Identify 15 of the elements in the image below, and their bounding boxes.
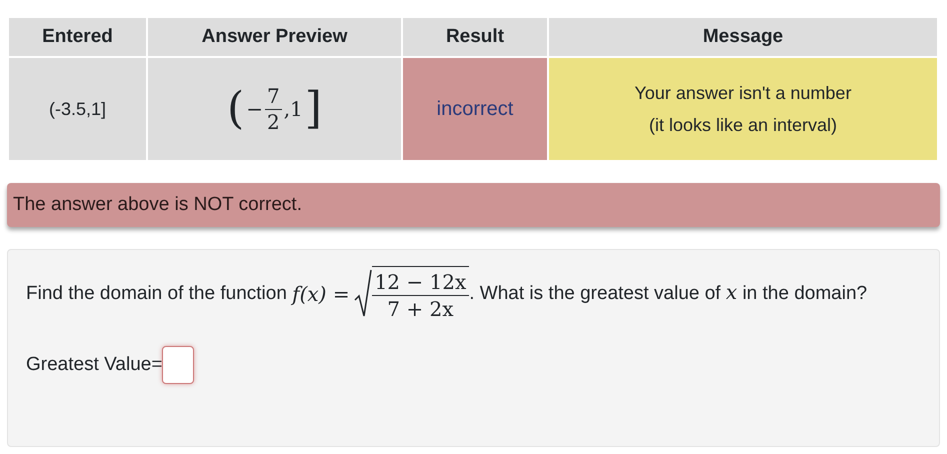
question-text: in the domain? xyxy=(741,283,868,304)
question-text: . What is the greatest value of xyxy=(469,283,722,304)
answer-field[interactable] xyxy=(162,346,194,384)
answer-label: Greatest Value= xyxy=(26,352,162,377)
column-header: Entered xyxy=(8,17,147,57)
function-formula: f(x) = 12 − 12x 7 + 2x xyxy=(292,266,470,322)
column-header: Answer Preview xyxy=(147,17,402,57)
result-cell: incorrect xyxy=(402,57,548,161)
table-cell: (-3.5,1] xyxy=(8,57,147,161)
column-header: Message xyxy=(548,17,938,57)
column-header: Result xyxy=(402,17,548,57)
question-text: Find the domain of the function xyxy=(26,283,288,304)
message-cell: Your answer isn't a number (it looks like an interval) xyxy=(548,57,938,161)
alert-banner: The answer above is NOT correct. xyxy=(7,183,940,227)
variable-x: x xyxy=(726,280,738,304)
